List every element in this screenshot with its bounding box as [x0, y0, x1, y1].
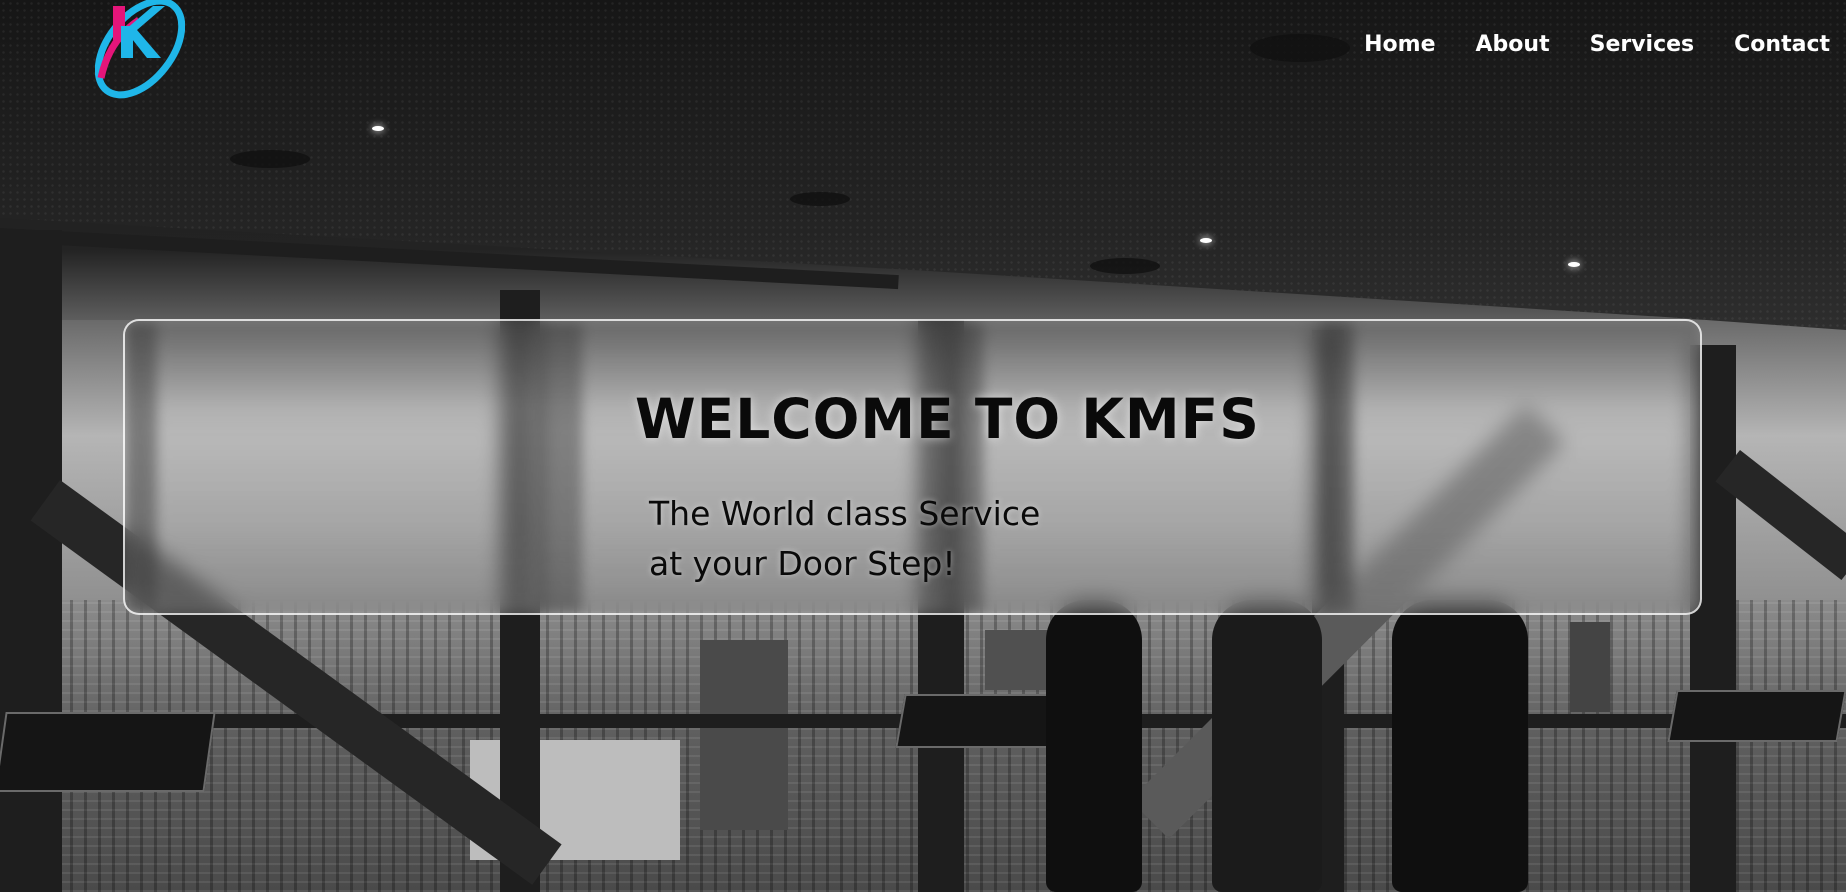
info-stand — [0, 712, 216, 792]
background-building — [1570, 622, 1610, 712]
hero-subtitle: The World class Service at your Door Ste… — [649, 489, 1169, 589]
ceiling-vent — [1250, 34, 1350, 62]
background-building — [985, 630, 1050, 690]
info-stand — [895, 694, 1065, 748]
hero-title: WELCOME TO KMFS — [635, 387, 1260, 451]
ceiling-vent — [230, 150, 310, 168]
ceiling-vent — [790, 192, 850, 206]
kmfs-k-logo-icon — [94, 0, 186, 99]
person-silhouette — [1212, 600, 1322, 892]
hero-section: Home About Services Contact WELCOME TO K… — [0, 0, 1846, 892]
main-nav: Home About Services Contact — [1364, 32, 1830, 57]
nav-home-link[interactable]: Home — [1364, 32, 1435, 57]
ceiling-light — [1200, 238, 1212, 243]
hero-subtitle-line-1: The World class Service — [649, 494, 1041, 533]
kmfs-logo[interactable] — [94, 0, 186, 100]
nav-contact-link[interactable]: Contact — [1734, 32, 1830, 57]
ceiling-light — [372, 126, 384, 131]
info-stand — [1667, 690, 1846, 742]
nav-about-link[interactable]: About — [1476, 32, 1550, 57]
ceiling-vent — [1090, 258, 1160, 274]
ceiling-light — [1568, 262, 1580, 267]
background-building — [700, 640, 788, 830]
person-silhouette — [1046, 600, 1142, 892]
hero-card: WELCOME TO KMFS The World class Service … — [123, 319, 1702, 615]
window-mullion — [0, 230, 62, 892]
person-silhouette — [1392, 600, 1528, 892]
nav-services-link[interactable]: Services — [1590, 32, 1695, 57]
hero-subtitle-line-2: at your Door Step! — [649, 544, 956, 583]
